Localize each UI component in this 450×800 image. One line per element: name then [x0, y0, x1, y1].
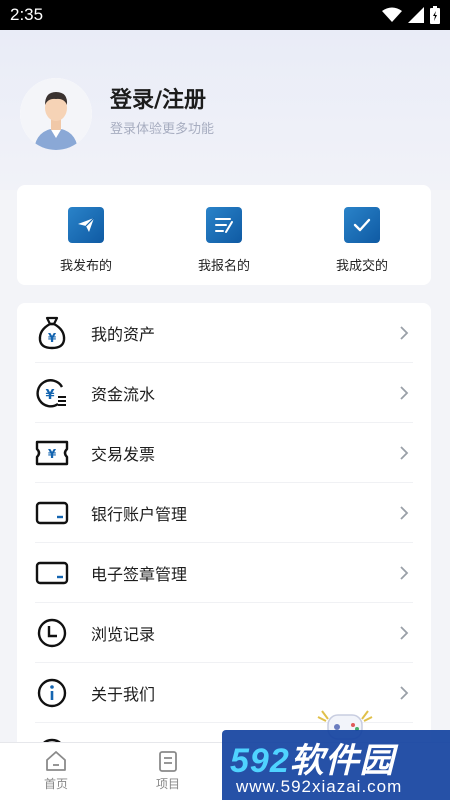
chevron-right-icon: [400, 565, 409, 580]
home-icon: [46, 751, 66, 771]
bank-card-icon: [35, 496, 69, 530]
status-icons: [382, 6, 440, 24]
quick-action-closed[interactable]: 我成交的: [312, 207, 412, 274]
invoice-ticket-icon: ¥: [35, 436, 69, 470]
login-subtitle: 登录体验更多功能: [110, 122, 215, 137]
menu-item-fund-flow[interactable]: ¥ 资金流水: [35, 363, 413, 423]
e-seal-card-icon: [35, 556, 69, 590]
tab-label: 首页: [43, 777, 68, 791]
chevron-right-icon: [400, 325, 409, 340]
chevron-right-icon: [400, 505, 409, 520]
yuan-flow-icon: ¥: [35, 376, 69, 410]
menu-item-browse-history[interactable]: 浏览记录: [35, 603, 413, 663]
wifi-icon: [382, 7, 402, 22]
avatar[interactable]: [20, 78, 92, 150]
menu-item-label: 我的资产: [91, 324, 156, 344]
chevron-right-icon: [400, 685, 409, 700]
menu-item-my-assets[interactable]: ¥ 我的资产: [35, 303, 413, 363]
menu-item-label: 资金流水: [91, 384, 156, 404]
menu-item-bank-account[interactable]: 银行账户管理: [35, 483, 413, 543]
watermark-url: www.592xiazai.com: [236, 777, 403, 796]
menu-item-e-seal[interactable]: 电子签章管理: [35, 543, 413, 603]
watermark-banner: 592软件园 www.592xiazai.com: [222, 730, 450, 800]
money-bag-icon: ¥: [35, 316, 69, 350]
clock-icon: [35, 616, 69, 650]
checkbox-icon: [344, 207, 380, 243]
tab-projects[interactable]: 项目: [138, 749, 198, 792]
watermark-brand-number: 592: [230, 742, 290, 780]
quick-action-label: 我发布的: [59, 259, 112, 274]
quick-action-label: 我成交的: [335, 259, 388, 274]
chevron-right-icon: [400, 385, 409, 400]
avatar-person-icon: [20, 78, 92, 150]
status-time: 2:35: [10, 5, 44, 24]
tab-home[interactable]: 首页: [26, 749, 86, 792]
signal-icon: [408, 7, 424, 23]
menu-item-label: 浏览记录: [91, 624, 156, 644]
quick-action-registered[interactable]: 我报名的: [174, 207, 274, 274]
watermark-brand: 592软件园: [230, 733, 395, 782]
status-bar: 2:35: [0, 0, 450, 30]
edit-list-icon: [206, 207, 242, 243]
menu-item-label: 交易发票: [91, 444, 156, 464]
quick-action-published[interactable]: 我发布的: [36, 207, 136, 274]
quick-action-label: 我报名的: [197, 259, 250, 274]
tab-label: 项目: [155, 777, 180, 791]
watermark-brand-text: 软件园: [289, 742, 395, 780]
chevron-right-icon: [400, 445, 409, 460]
menu-card: ¥ 我的资产 ¥ 资金流水 ¥ 交易发票 银行账户管理 电子签章管理 浏览记录 …: [17, 303, 431, 753]
login-register-title[interactable]: 登录/注册: [110, 82, 206, 114]
info-icon: [35, 676, 69, 710]
menu-item-invoice[interactable]: ¥ 交易发票: [35, 423, 413, 483]
menu-item-label: 关于我们: [91, 684, 156, 704]
svg-text:¥: ¥: [48, 331, 57, 345]
battery-icon: [430, 6, 440, 24]
document-icon: [159, 751, 177, 772]
menu-item-label: 银行账户管理: [91, 504, 188, 524]
svg-text:¥: ¥: [48, 447, 57, 461]
quick-actions-card: 我发布的 我报名的 我成交的: [17, 185, 431, 285]
paper-plane-icon: [68, 207, 104, 243]
chevron-right-icon: [400, 625, 409, 640]
menu-item-label: 电子签章管理: [91, 564, 188, 584]
svg-text:¥: ¥: [45, 388, 54, 403]
